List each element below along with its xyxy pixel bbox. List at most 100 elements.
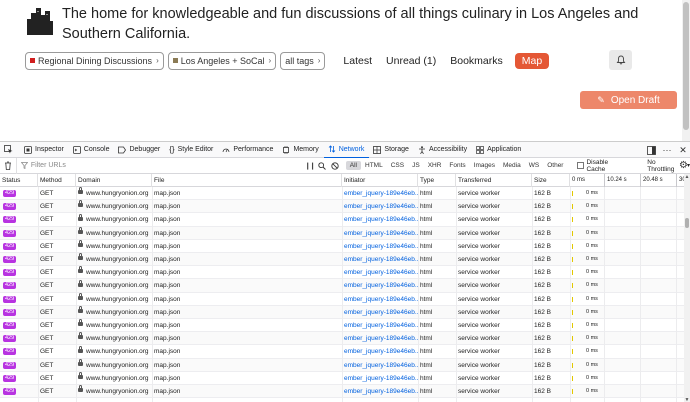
tab-inspector[interactable]: Inspector bbox=[20, 142, 69, 158]
tab-performance[interactable]: Performance bbox=[218, 142, 278, 158]
type-cell: html bbox=[418, 187, 456, 200]
nav-unread[interactable]: Unread (1) bbox=[386, 55, 436, 67]
method-cell: GET bbox=[38, 213, 76, 226]
open-draft-button[interactable]: ✎ Open Draft bbox=[580, 91, 677, 109]
timeline-tick-0: 0 ms bbox=[572, 177, 586, 183]
initiator-cell[interactable]: ember_jquery-189e46eb... bbox=[342, 293, 418, 306]
network-settings-gear-icon[interactable]: ⚙ bbox=[679, 160, 688, 171]
file-cell: map.json bbox=[152, 293, 342, 306]
nav-latest[interactable]: Latest bbox=[343, 55, 372, 67]
method-text: GET bbox=[40, 295, 54, 303]
column-file[interactable]: File bbox=[152, 174, 342, 187]
tab-application[interactable]: Application bbox=[472, 142, 526, 158]
page-scrollbar-thumb[interactable] bbox=[683, 2, 689, 130]
initiator-cell[interactable]: ember_jquery-189e46eb... bbox=[342, 240, 418, 253]
tab-memory[interactable]: Memory bbox=[278, 142, 323, 158]
initiator-cell[interactable]: ember_jquery-189e46eb... bbox=[342, 279, 418, 292]
disable-cache-checkbox[interactable]: Disable Cache bbox=[577, 159, 628, 173]
waterfall-cell: 0 ms bbox=[570, 187, 684, 200]
status-cell: 429 bbox=[0, 200, 38, 213]
type-filter-html[interactable]: HTML bbox=[361, 161, 387, 170]
scroll-up-arrow-icon[interactable]: ▲ bbox=[684, 174, 690, 180]
transferred-cell: service worker bbox=[456, 306, 532, 319]
method-text: GET bbox=[40, 269, 54, 277]
method-cell: GET bbox=[38, 385, 76, 398]
pause-button[interactable]: ❙❙ bbox=[303, 162, 316, 170]
more-options-icon[interactable]: ··· bbox=[660, 142, 674, 158]
nav-bookmarks[interactable]: Bookmarks bbox=[450, 55, 503, 67]
initiator-text: ember_jquery-189e46eb... bbox=[344, 242, 418, 250]
subcategory-dropdown[interactable]: Los Angeles + SoCal › bbox=[167, 51, 277, 70]
status-cell: 429 bbox=[0, 213, 38, 226]
column-status[interactable]: Status bbox=[0, 174, 38, 187]
initiator-cell[interactable]: ember_jquery-189e46eb... bbox=[342, 319, 418, 332]
scroll-down-arrow-icon[interactable]: ▼ bbox=[684, 397, 690, 402]
initiator-cell[interactable]: ember_jquery-189e46eb... bbox=[342, 266, 418, 279]
dock-toggle-icon[interactable] bbox=[644, 142, 658, 158]
initiator-cell[interactable]: ember_jquery-189e46eb... bbox=[342, 385, 418, 398]
disable-cache-box[interactable] bbox=[577, 162, 585, 169]
tab-network[interactable]: Network bbox=[323, 142, 370, 158]
initiator-cell[interactable]: ember_jquery-189e46eb... bbox=[342, 200, 418, 213]
tab-console[interactable]: Console bbox=[69, 142, 115, 158]
block-requests-button[interactable] bbox=[329, 161, 342, 170]
size-text: 162 B bbox=[534, 388, 551, 395]
domain-text: www.hungryonion.org bbox=[86, 203, 149, 211]
notifications-button[interactable] bbox=[609, 50, 632, 70]
requests-scrollbar-thumb[interactable] bbox=[685, 218, 689, 228]
initiator-text: ember_jquery-189e46eb... bbox=[344, 348, 418, 356]
waterfall-bar bbox=[572, 283, 573, 289]
waterfall-time: 0 ms bbox=[586, 242, 598, 249]
type-filter-css[interactable]: CSS bbox=[387, 161, 408, 170]
tab-storage[interactable]: Storage bbox=[369, 142, 414, 158]
initiator-cell[interactable]: ember_jquery-189e46eb... bbox=[342, 372, 418, 385]
element-picker-button[interactable] bbox=[0, 142, 20, 158]
filter-urls-input[interactable]: Filter URLs bbox=[15, 157, 303, 174]
nav-map[interactable]: Map bbox=[514, 52, 550, 69]
type-filter-fonts[interactable]: Fonts bbox=[445, 161, 469, 170]
tags-dropdown[interactable]: all tags › bbox=[280, 51, 326, 70]
type-filter-other[interactable]: Other bbox=[543, 161, 567, 170]
type-filter-xhr[interactable]: XHR bbox=[424, 161, 446, 170]
column-method[interactable]: Method bbox=[38, 174, 76, 187]
initiator-cell[interactable]: ember_jquery-189e46eb... bbox=[342, 213, 418, 226]
city-skyline-logo-icon[interactable] bbox=[25, 5, 53, 35]
type-filter-images[interactable]: Images bbox=[470, 161, 499, 170]
type-filter-ws[interactable]: WS bbox=[525, 161, 543, 170]
tab-style-editor[interactable]: {} Style Editor bbox=[165, 142, 218, 158]
initiator-cell[interactable]: ember_jquery-189e46eb... bbox=[342, 359, 418, 372]
waterfall-time: 0 ms bbox=[586, 322, 598, 328]
column-initiator[interactable]: Initiator bbox=[342, 174, 418, 187]
column-type[interactable]: Type bbox=[418, 174, 456, 187]
type-cell: html bbox=[418, 253, 456, 266]
page-scrollbar[interactable] bbox=[682, 0, 690, 141]
initiator-cell[interactable]: ember_jquery-189e46eb... bbox=[342, 345, 418, 358]
category-dropdown[interactable]: Regional Dining Discussions › bbox=[25, 51, 164, 70]
column-size[interactable]: Size bbox=[532, 174, 570, 187]
type-filter-all[interactable]: All bbox=[345, 161, 362, 170]
initiator-text: ember_jquery-189e46eb... bbox=[344, 216, 418, 224]
domain-text: www.hungryonion.org bbox=[86, 388, 149, 395]
type-cell: html bbox=[418, 359, 456, 372]
initiator-cell[interactable]: ember_jquery-189e46eb... bbox=[342, 332, 418, 345]
close-icon[interactable]: ✕ bbox=[676, 142, 690, 158]
waterfall-cell: 0 ms bbox=[570, 227, 684, 240]
column-domain[interactable]: Domain bbox=[76, 174, 152, 187]
column-transferred[interactable]: Transferred bbox=[456, 174, 532, 187]
lock-icon bbox=[78, 240, 83, 248]
initiator-cell[interactable]: ember_jquery-189e46eb... bbox=[342, 187, 418, 200]
clear-log-button[interactable] bbox=[0, 161, 16, 170]
search-button[interactable] bbox=[316, 161, 329, 170]
type-cell: html bbox=[418, 279, 456, 292]
column-divider bbox=[604, 187, 605, 402]
type-filter-js[interactable]: JS bbox=[408, 161, 424, 170]
initiator-cell[interactable]: ember_jquery-189e46eb... bbox=[342, 306, 418, 319]
initiator-cell[interactable]: ember_jquery-189e46eb... bbox=[342, 253, 418, 266]
requests-scrollbar[interactable]: ▲ ▼ bbox=[684, 174, 690, 402]
initiator-cell[interactable]: ember_jquery-189e46eb... bbox=[342, 227, 418, 240]
network-arrows-icon bbox=[328, 145, 336, 153]
tab-accessibility[interactable]: Accessibility bbox=[414, 142, 472, 158]
type-filter-media[interactable]: Media bbox=[499, 161, 525, 170]
tab-debugger[interactable]: Debugger bbox=[114, 142, 165, 158]
waterfall-bar bbox=[572, 362, 573, 368]
